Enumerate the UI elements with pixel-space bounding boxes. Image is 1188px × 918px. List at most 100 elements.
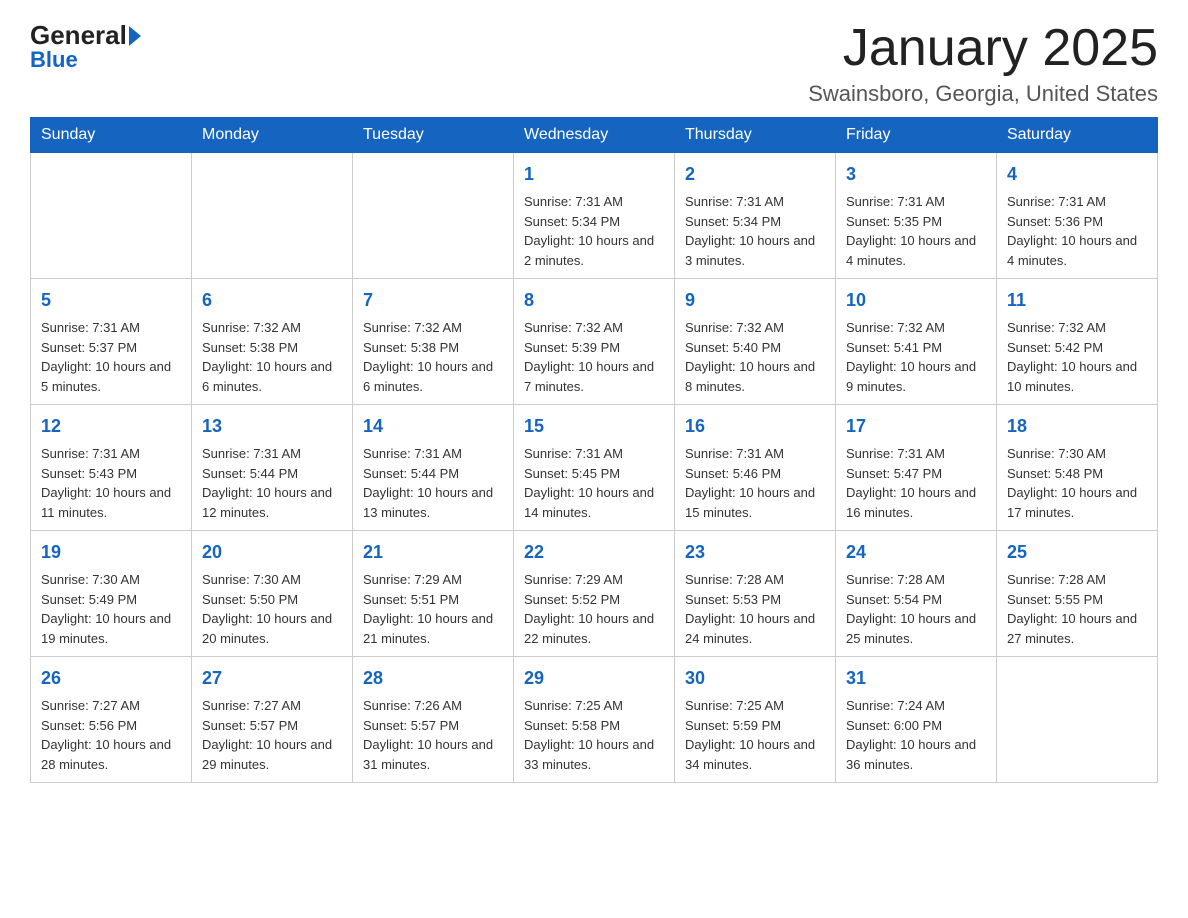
day-info: Sunrise: 7:30 AM Sunset: 5:49 PM Dayligh… — [41, 570, 181, 648]
logo: General Blue — [30, 20, 143, 73]
calendar-cell-2-1: 13 Sunrise: 7:31 AM Sunset: 5:44 PM Dayli… — [192, 405, 353, 531]
day-number: 10 — [846, 287, 986, 314]
day-number: 6 — [202, 287, 342, 314]
calendar-cell-0-1 — [192, 153, 353, 279]
calendar-cell-3-0: 19 Sunrise: 7:30 AM Sunset: 5:49 PM Dayli… — [31, 531, 192, 657]
day-info: Sunrise: 7:25 AM Sunset: 5:59 PM Dayligh… — [685, 696, 825, 774]
day-info: Sunrise: 7:26 AM Sunset: 5:57 PM Dayligh… — [363, 696, 503, 774]
day-number: 9 — [685, 287, 825, 314]
day-number: 24 — [846, 539, 986, 566]
day-number: 17 — [846, 413, 986, 440]
day-number: 13 — [202, 413, 342, 440]
calendar-cell-4-2: 28Sunrise: 7:26 AM Sunset: 5:57 PM Dayli… — [353, 657, 514, 783]
calendar-cell-4-3: 29 Sunrise: 7:25 AM Sunset: 5:58 PM Dayli… — [514, 657, 675, 783]
day-info: Sunrise: 7:28 AM Sunset: 5:55 PM Dayligh… — [1007, 570, 1147, 648]
day-info: Sunrise: 7:31 AM Sunset: 5:35 PM Dayligh… — [846, 192, 986, 270]
day-info: Sunrise: 7:31 AM Sunset: 5:44 PM Dayligh… — [202, 444, 342, 522]
day-info: Sunrise: 7:28 AM Sunset: 5:54 PM Dayligh… — [846, 570, 986, 648]
day-number: 8 — [524, 287, 664, 314]
calendar-cell-2-5: 17 Sunrise: 7:31 AM Sunset: 5:47 PM Dayli… — [836, 405, 997, 531]
calendar-title: January 2025 — [808, 20, 1158, 77]
day-number: 22 — [524, 539, 664, 566]
calendar-cell-1-0: 5 Sunrise: 7:31 AM Sunset: 5:37 PM Daylig… — [31, 279, 192, 405]
calendar-cell-4-6 — [997, 657, 1158, 783]
header-monday: Monday — [192, 118, 353, 153]
day-info: Sunrise: 7:31 AM Sunset: 5:44 PM Dayligh… — [363, 444, 503, 522]
calendar-cell-2-2: 14 Sunrise: 7:31 AM Sunset: 5:44 PM Dayli… — [353, 405, 514, 531]
calendar-cell-3-1: 20 Sunrise: 7:30 AM Sunset: 5:50 PM Dayli… — [192, 531, 353, 657]
day-number: 11 — [1007, 287, 1147, 314]
day-number: 19 — [41, 539, 181, 566]
calendar-cell-0-6: 4 Sunrise: 7:31 AM Sunset: 5:36 PM Daylig… — [997, 153, 1158, 279]
calendar-cell-4-0: 26Sunrise: 7:27 AM Sunset: 5:56 PM Dayli… — [31, 657, 192, 783]
calendar-cell-0-5: 3 Sunrise: 7:31 AM Sunset: 5:35 PM Daylig… — [836, 153, 997, 279]
calendar-cell-3-6: 25 Sunrise: 7:28 AM Sunset: 5:55 PM Dayli… — [997, 531, 1158, 657]
page-header: General Blue January 2025 Swainsboro, Ge… — [30, 20, 1158, 107]
day-info: Sunrise: 7:32 AM Sunset: 5:42 PM Dayligh… — [1007, 318, 1147, 396]
day-info: Sunrise: 7:31 AM Sunset: 5:37 PM Dayligh… — [41, 318, 181, 396]
header-friday: Friday — [836, 118, 997, 153]
calendar-cell-4-4: 30 Sunrise: 7:25 AM Sunset: 5:59 PM Dayli… — [675, 657, 836, 783]
day-info: Sunrise: 7:31 AM Sunset: 5:46 PM Dayligh… — [685, 444, 825, 522]
day-info: Sunrise: 7:31 AM Sunset: 5:36 PM Dayligh… — [1007, 192, 1147, 270]
header-tuesday: Tuesday — [353, 118, 514, 153]
day-info: Sunrise: 7:32 AM Sunset: 5:41 PM Dayligh… — [846, 318, 986, 396]
day-info: Sunrise: 7:31 AM Sunset: 5:47 PM Dayligh… — [846, 444, 986, 522]
day-number: 14 — [363, 413, 503, 440]
day-number: 2 — [685, 161, 825, 188]
calendar-cell-0-4: 2 Sunrise: 7:31 AM Sunset: 5:34 PM Daylig… — [675, 153, 836, 279]
day-info: Sunrise: 7:29 AM Sunset: 5:52 PM Dayligh… — [524, 570, 664, 648]
day-number: 16 — [685, 413, 825, 440]
day-info: Sunrise: 7:32 AM Sunset: 5:38 PM Dayligh… — [363, 318, 503, 396]
calendar-cell-1-3: 8 Sunrise: 7:32 AM Sunset: 5:39 PM Daylig… — [514, 279, 675, 405]
day-info: Sunrise: 7:30 AM Sunset: 5:48 PM Dayligh… — [1007, 444, 1147, 522]
day-number: 3 — [846, 161, 986, 188]
day-info: Sunrise: 7:27 AM Sunset: 5:57 PM Dayligh… — [202, 696, 342, 774]
day-number: 31 — [846, 665, 986, 692]
calendar-cell-0-3: 1 Sunrise: 7:31 AM Sunset: 5:34 PM Daylig… — [514, 153, 675, 279]
calendar-subtitle: Swainsboro, Georgia, United States — [808, 81, 1158, 107]
title-section: January 2025 Swainsboro, Georgia, United… — [808, 20, 1158, 107]
header-wednesday: Wednesday — [514, 118, 675, 153]
calendar-cell-3-5: 24 Sunrise: 7:28 AM Sunset: 5:54 PM Dayli… — [836, 531, 997, 657]
week-row-2: 5 Sunrise: 7:31 AM Sunset: 5:37 PM Daylig… — [31, 279, 1158, 405]
calendar-cell-2-6: 18 Sunrise: 7:30 AM Sunset: 5:48 PM Dayli… — [997, 405, 1158, 531]
day-number: 25 — [1007, 539, 1147, 566]
week-row-5: 26Sunrise: 7:27 AM Sunset: 5:56 PM Dayli… — [31, 657, 1158, 783]
day-number: 4 — [1007, 161, 1147, 188]
day-number: 1 — [524, 161, 664, 188]
day-number: 20 — [202, 539, 342, 566]
header-thursday: Thursday — [675, 118, 836, 153]
calendar-cell-1-5: 10 Sunrise: 7:32 AM Sunset: 5:41 PM Dayli… — [836, 279, 997, 405]
calendar-cell-0-2 — [353, 153, 514, 279]
calendar-header-row: SundayMondayTuesdayWednesdayThursdayFrid… — [31, 118, 1158, 153]
week-row-3: 12Sunrise: 7:31 AM Sunset: 5:43 PM Dayli… — [31, 405, 1158, 531]
logo-arrow-icon — [129, 26, 141, 46]
day-number: 5 — [41, 287, 181, 314]
day-info: Sunrise: 7:31 AM Sunset: 5:43 PM Dayligh… — [41, 444, 181, 522]
day-info: Sunrise: 7:29 AM Sunset: 5:51 PM Dayligh… — [363, 570, 503, 648]
day-number: 30 — [685, 665, 825, 692]
calendar-cell-2-0: 12Sunrise: 7:31 AM Sunset: 5:43 PM Dayli… — [31, 405, 192, 531]
day-info: Sunrise: 7:31 AM Sunset: 5:34 PM Dayligh… — [685, 192, 825, 270]
day-number: 29 — [524, 665, 664, 692]
calendar-cell-4-1: 27 Sunrise: 7:27 AM Sunset: 5:57 PM Dayli… — [192, 657, 353, 783]
day-number: 27 — [202, 665, 342, 692]
calendar-cell-2-4: 16 Sunrise: 7:31 AM Sunset: 5:46 PM Dayli… — [675, 405, 836, 531]
day-info: Sunrise: 7:32 AM Sunset: 5:39 PM Dayligh… — [524, 318, 664, 396]
day-number: 15 — [524, 413, 664, 440]
day-info: Sunrise: 7:25 AM Sunset: 5:58 PM Dayligh… — [524, 696, 664, 774]
day-info: Sunrise: 7:32 AM Sunset: 5:40 PM Dayligh… — [685, 318, 825, 396]
header-saturday: Saturday — [997, 118, 1158, 153]
day-number: 23 — [685, 539, 825, 566]
calendar-cell-1-2: 7Sunrise: 7:32 AM Sunset: 5:38 PM Daylig… — [353, 279, 514, 405]
calendar-cell-4-5: 31Sunrise: 7:24 AM Sunset: 6:00 PM Dayli… — [836, 657, 997, 783]
calendar-table: SundayMondayTuesdayWednesdayThursdayFrid… — [30, 117, 1158, 783]
header-sunday: Sunday — [31, 118, 192, 153]
day-info: Sunrise: 7:30 AM Sunset: 5:50 PM Dayligh… — [202, 570, 342, 648]
calendar-cell-3-3: 22 Sunrise: 7:29 AM Sunset: 5:52 PM Dayli… — [514, 531, 675, 657]
day-info: Sunrise: 7:31 AM Sunset: 5:34 PM Dayligh… — [524, 192, 664, 270]
day-number: 18 — [1007, 413, 1147, 440]
day-info: Sunrise: 7:32 AM Sunset: 5:38 PM Dayligh… — [202, 318, 342, 396]
calendar-cell-3-4: 23Sunrise: 7:28 AM Sunset: 5:53 PM Dayli… — [675, 531, 836, 657]
